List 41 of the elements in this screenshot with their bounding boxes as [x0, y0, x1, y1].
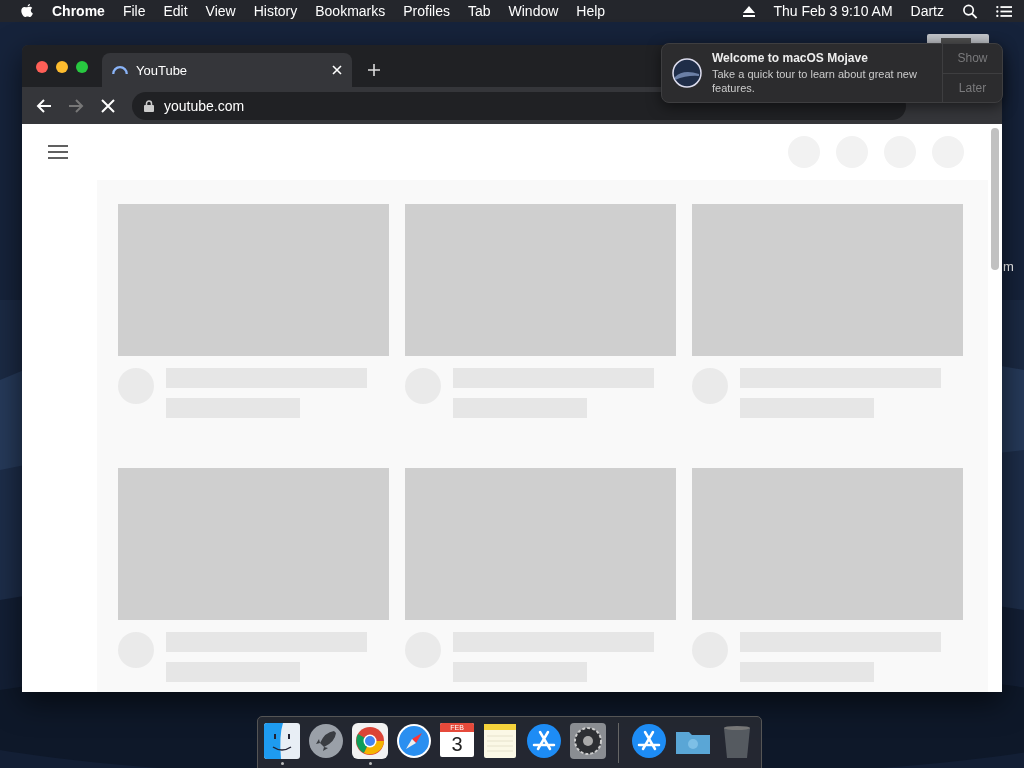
lock-icon[interactable] [144, 99, 154, 112]
app-store-icon[interactable] [526, 723, 562, 759]
close-tab-icon[interactable] [332, 65, 342, 75]
chrome-icon[interactable] [352, 723, 388, 759]
menu-item[interactable]: History [253, 3, 298, 19]
stop-icon[interactable] [100, 97, 116, 114]
scrollbar[interactable] [991, 128, 999, 270]
minimize-button[interactable] [56, 61, 68, 73]
menu-item[interactable]: Tab [467, 3, 491, 19]
zoom-button[interactable] [76, 61, 88, 73]
back-icon[interactable] [36, 97, 52, 114]
menu-item[interactable]: Profiles [403, 3, 450, 19]
user-name[interactable]: Dartz [910, 3, 944, 19]
new-tab-icon[interactable] [368, 64, 380, 76]
gear-icon[interactable] [570, 723, 606, 759]
finder-icon[interactable] [264, 723, 300, 759]
menu-item[interactable]: Bookmarks [315, 3, 386, 19]
rocket-icon[interactable] [308, 723, 344, 759]
app-menu[interactable]: Chrome [52, 3, 105, 19]
menu-item[interactable]: Window [508, 3, 559, 19]
forward-icon[interactable] [68, 97, 84, 114]
menu-icon[interactable] [48, 145, 68, 159]
mountain-icon [672, 58, 702, 88]
eject-icon[interactable] [743, 5, 756, 17]
menu-item[interactable]: Edit [163, 3, 188, 19]
url-text: youtube.com [164, 97, 245, 114]
app-store-icon[interactable] [631, 723, 667, 759]
notepad-icon[interactable] [482, 723, 518, 759]
menu-item[interactable]: View [205, 3, 236, 19]
browser-tab[interactable]: YouTube [102, 53, 352, 87]
menu-item[interactable]: File [122, 3, 146, 19]
close-window-button[interactable] [36, 61, 48, 73]
calendar-day: 3 [451, 732, 463, 756]
menu-item[interactable]: Help [576, 3, 606, 19]
clock[interactable]: Thu Feb 3 9:10 AM [773, 3, 893, 19]
desktop-icon-label: m [1003, 259, 1014, 274]
search-icon[interactable] [962, 3, 978, 19]
list-icon[interactable] [996, 3, 1012, 19]
notification-title: Welcome to macOS Mojave [712, 51, 869, 65]
apple-logo-icon[interactable] [20, 3, 34, 19]
compass-icon[interactable] [396, 723, 432, 759]
